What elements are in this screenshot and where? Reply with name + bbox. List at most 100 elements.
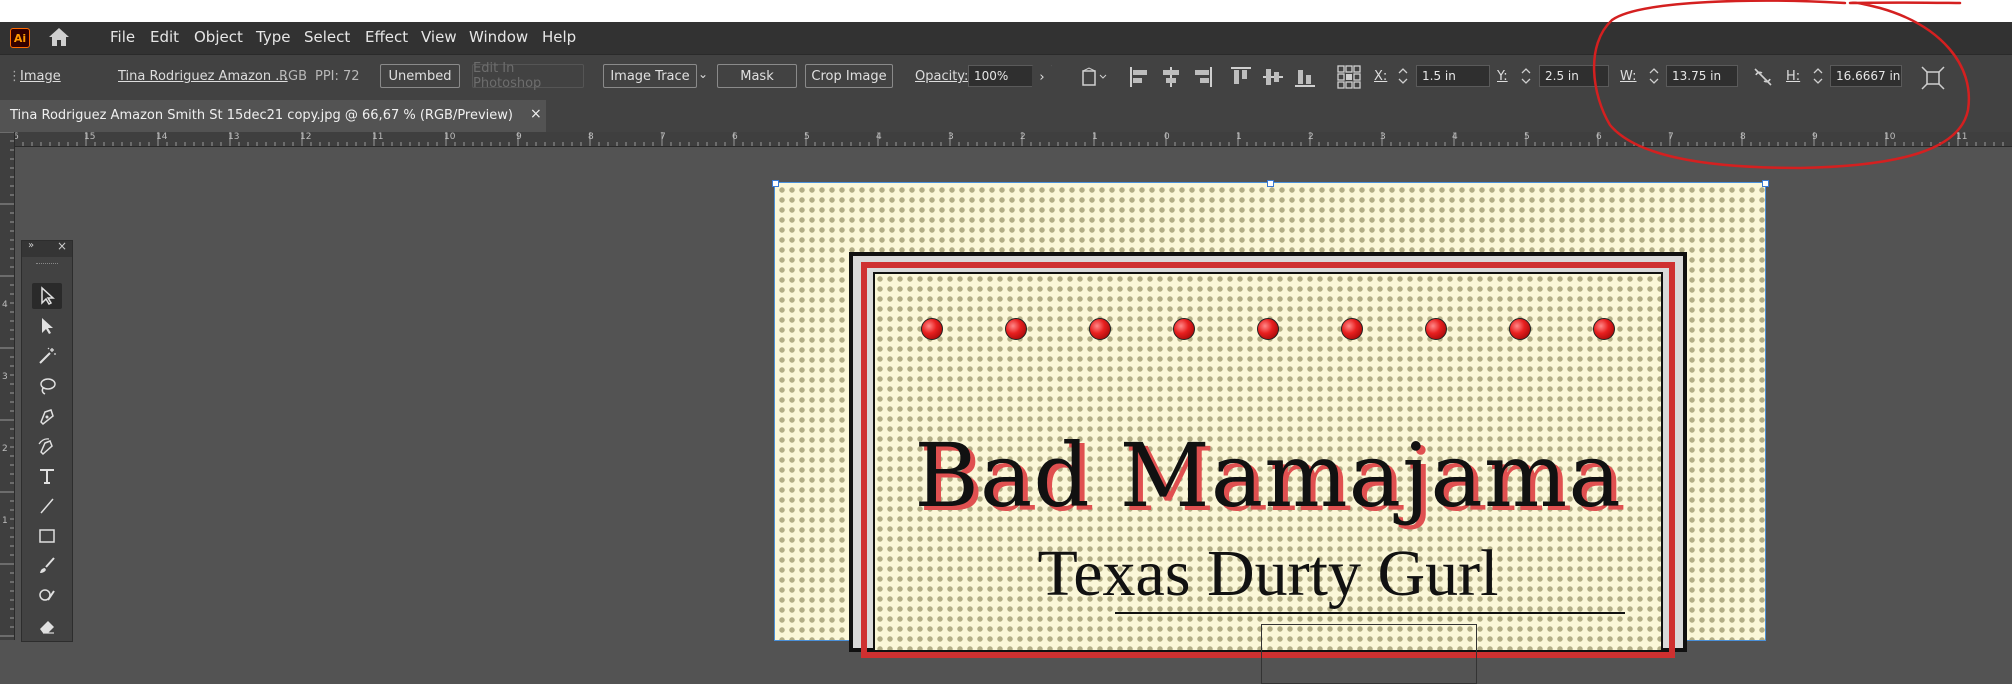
ruler-label: 13 bbox=[228, 132, 240, 142]
type-tool[interactable] bbox=[32, 463, 62, 489]
rectangle-icon bbox=[39, 529, 55, 543]
h-field[interactable]: 16.6667 in bbox=[1830, 65, 1902, 87]
collapse-panel-icon[interactable]: » bbox=[28, 240, 34, 251]
menu-type[interactable]: Type bbox=[256, 28, 290, 46]
magic-wand-tool[interactable] bbox=[32, 343, 62, 369]
pen-tool[interactable] bbox=[32, 403, 62, 429]
object-type-label: Image bbox=[20, 69, 61, 84]
ruler-label: 11 bbox=[372, 132, 384, 142]
ruler-ticks bbox=[0, 132, 14, 637]
transform-icon[interactable] bbox=[1920, 65, 1946, 91]
y-stepper-icon[interactable] bbox=[1520, 65, 1532, 87]
align-horizontal-center-icon[interactable] bbox=[1160, 65, 1182, 89]
ruler-label: 4 bbox=[2, 300, 8, 310]
x-stepper-icon[interactable] bbox=[1397, 65, 1409, 87]
menu-edit[interactable]: Edit bbox=[150, 28, 179, 46]
selection-handle[interactable] bbox=[772, 180, 779, 187]
pen-icon bbox=[40, 409, 54, 426]
horizontal-ruler[interactable]: 6 15 14 13 12 11 10 9 8 7 6 5 4 3 2 1 0 … bbox=[13, 132, 2012, 147]
red-bead bbox=[1173, 318, 1195, 340]
menu-select[interactable]: Select bbox=[304, 28, 350, 46]
y-field[interactable]: 2.5 in bbox=[1539, 65, 1609, 87]
menu-file[interactable]: File bbox=[110, 28, 135, 46]
document-tab-title: Tina Rodriguez Amazon Smith St 15dec21 c… bbox=[10, 108, 514, 123]
red-bead bbox=[1425, 318, 1447, 340]
image-trace-button[interactable]: Image Trace bbox=[603, 64, 697, 88]
ppi-value: PPI: 72 bbox=[315, 69, 360, 84]
menu-object[interactable]: Object bbox=[194, 28, 243, 46]
ruler-label: 8 bbox=[588, 132, 594, 142]
vertical-ruler[interactable]: 4 3 2 1 bbox=[0, 132, 15, 640]
ruler-label: 4 bbox=[1452, 132, 1458, 142]
paintbrush-tool[interactable] bbox=[32, 553, 62, 579]
red-bead bbox=[1089, 318, 1111, 340]
red-bead bbox=[921, 318, 943, 340]
ruler-label: 3 bbox=[1380, 132, 1386, 142]
lasso-tool[interactable] bbox=[32, 373, 62, 399]
ruler-label: 5 bbox=[804, 132, 810, 142]
unembed-button[interactable]: Unembed bbox=[380, 64, 460, 88]
align-top-icon[interactable] bbox=[1230, 65, 1252, 89]
red-bead bbox=[1257, 318, 1279, 340]
eraser-tool[interactable] bbox=[32, 613, 62, 639]
sign-frame-inner: Bad Mamajama Texas Durty Gurl bbox=[873, 272, 1663, 684]
menu-effect[interactable]: Effect bbox=[365, 28, 408, 46]
ruler-label: 10 bbox=[1884, 132, 1896, 142]
w-stepper-icon[interactable] bbox=[1648, 65, 1660, 87]
opacity-label: Opacity: bbox=[915, 69, 969, 84]
sign-frame-outer: Bad Mamajama Texas Durty Gurl bbox=[849, 252, 1687, 684]
ruler-label: 9 bbox=[516, 132, 522, 142]
selection-handle[interactable] bbox=[1267, 180, 1274, 187]
tools-panel-header[interactable]: » × bbox=[22, 239, 72, 257]
y-label: Y: bbox=[1497, 69, 1508, 84]
align-right-icon[interactable] bbox=[1192, 65, 1214, 89]
crop-image-button[interactable]: Crop Image bbox=[805, 64, 893, 88]
constrain-proportions-link-icon[interactable] bbox=[1752, 66, 1774, 88]
menu-help[interactable]: Help bbox=[542, 28, 576, 46]
shaper-tool[interactable] bbox=[32, 583, 62, 609]
ruler-label: 12 bbox=[300, 132, 312, 142]
ruler-label: 2 bbox=[1020, 132, 1026, 142]
image-trace-dropdown-icon[interactable]: ⌄ bbox=[698, 67, 708, 81]
rectangle-tool[interactable] bbox=[32, 523, 62, 549]
document-tab[interactable]: Tina Rodriguez Amazon Smith St 15dec21 c… bbox=[0, 100, 546, 132]
edit-in-photoshop-button: Edit In Photoshop bbox=[472, 61, 584, 91]
shaper-icon bbox=[39, 589, 55, 601]
sign-frame-red: Bad Mamajama Texas Durty Gurl bbox=[861, 262, 1675, 684]
home-icon[interactable] bbox=[46, 25, 72, 53]
line-segment-tool[interactable] bbox=[32, 493, 62, 519]
ruler-label: 1 bbox=[2, 516, 8, 526]
menu-view[interactable]: View bbox=[421, 28, 457, 46]
document-tab-bar: Tina Rodriguez Amazon Smith St 15dec21 c… bbox=[0, 100, 2012, 132]
placed-image[interactable]: Bad Mamajama Texas Durty Gurl bbox=[772, 180, 1769, 684]
ruler-label: 7 bbox=[1668, 132, 1674, 142]
w-field[interactable]: 13.75 in bbox=[1666, 65, 1738, 87]
menu-bar: Ai File Edit Object Type Select Effect V… bbox=[0, 22, 2012, 54]
eraser-icon bbox=[40, 621, 54, 634]
mask-button[interactable]: Mask bbox=[717, 64, 797, 88]
curvature-tool[interactable] bbox=[32, 433, 62, 459]
selection-handle[interactable] bbox=[1762, 180, 1769, 187]
red-bead bbox=[1341, 318, 1363, 340]
selection-tool[interactable] bbox=[32, 283, 62, 309]
direct-selection-tool[interactable] bbox=[32, 313, 62, 339]
color-mode: RGB bbox=[279, 69, 308, 84]
close-tab-icon[interactable]: × bbox=[530, 106, 542, 122]
align-to-icon[interactable] bbox=[1080, 66, 1110, 88]
panel-grip[interactable] bbox=[36, 263, 58, 267]
transform-reference-point-icon[interactable] bbox=[1336, 64, 1362, 90]
menu-window[interactable]: Window bbox=[469, 28, 528, 46]
x-label: X: bbox=[1374, 69, 1388, 84]
x-field[interactable]: 1.5 in bbox=[1416, 65, 1490, 87]
h-stepper-icon[interactable] bbox=[1812, 65, 1824, 87]
close-panel-icon[interactable]: × bbox=[57, 239, 67, 253]
ruler-label: 1 bbox=[1092, 132, 1098, 142]
opacity-expand-icon[interactable]: › bbox=[1032, 65, 1052, 89]
linked-file-name[interactable]: Tina Rodriguez Amazon ... bbox=[118, 69, 288, 84]
ruler-label: 15 bbox=[84, 132, 96, 142]
ruler-label: 9 bbox=[1812, 132, 1818, 142]
ruler-label: 4 bbox=[876, 132, 882, 142]
align-left-icon[interactable] bbox=[1128, 65, 1150, 89]
align-bottom-icon[interactable] bbox=[1294, 65, 1316, 89]
align-vertical-center-icon[interactable] bbox=[1262, 65, 1284, 89]
